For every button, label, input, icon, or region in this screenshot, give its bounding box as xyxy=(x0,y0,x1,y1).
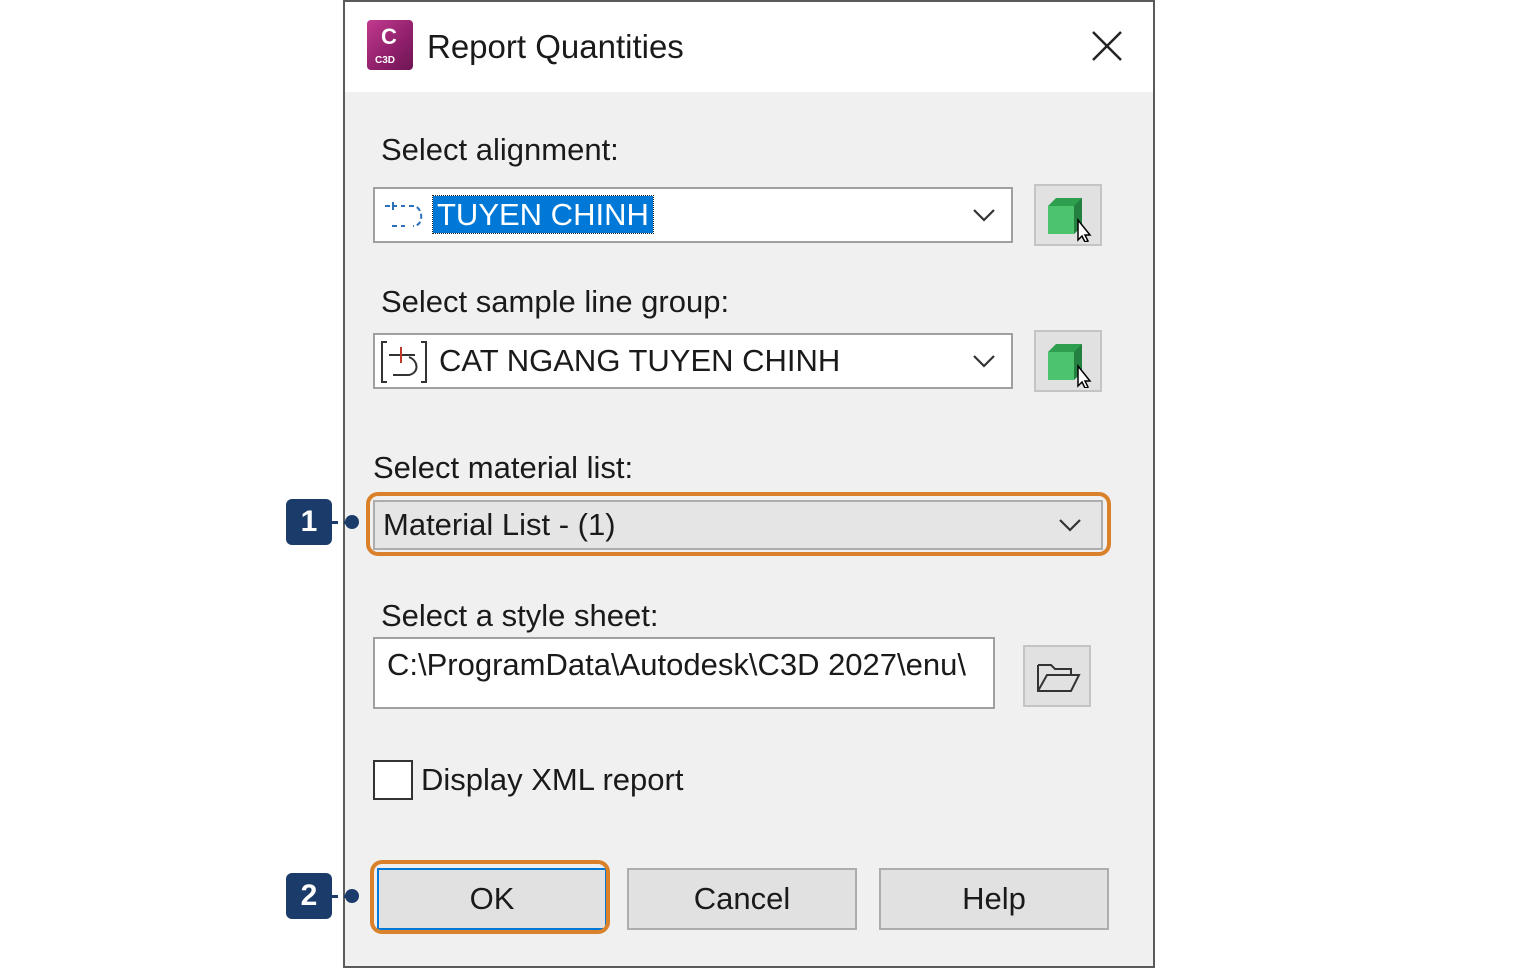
cancel-button[interactable]: Cancel xyxy=(627,868,857,930)
style-sheet-path-field[interactable]: C:\ProgramData\Autodesk\C3D 2027\enu\ xyxy=(373,637,995,709)
chevron-down-icon xyxy=(973,209,995,222)
chevron-down-icon xyxy=(973,355,995,368)
style-sheet-label: Select a style sheet: xyxy=(381,598,659,633)
alignment-icon xyxy=(385,202,423,227)
report-quantities-dialog: C C3D Report Quantities Select alignment… xyxy=(343,0,1155,968)
app-icon-sub: C3D xyxy=(375,55,396,66)
pick-from-drawing-icon xyxy=(1048,198,1092,242)
pick-alignment-button[interactable] xyxy=(1034,184,1102,246)
sample-line-group-label: Select sample line group: xyxy=(381,284,730,319)
style-sheet-path-value: C:\ProgramData\Autodesk\C3D 2027\enu\ xyxy=(387,647,966,682)
sample-line-group-value: CAT NGANG TUYEN CHINH xyxy=(439,343,841,378)
help-button[interactable]: Help xyxy=(879,868,1109,930)
civil3d-app-icon: C C3D xyxy=(367,20,413,70)
dialog-title: Report Quantities xyxy=(427,28,684,65)
callout-1: 1 xyxy=(286,499,332,545)
close-icon[interactable] xyxy=(1087,26,1127,66)
alignment-value: TUYEN CHINH xyxy=(432,195,654,234)
callout-2: 2 xyxy=(286,873,332,919)
callout-2-dot xyxy=(345,889,359,903)
material-list-highlight xyxy=(366,492,1111,556)
title-bar: C C3D Report Quantities xyxy=(345,2,1153,92)
app-icon-letter: C xyxy=(381,24,397,49)
folder-open-icon xyxy=(1037,664,1081,692)
display-xml-checkbox[interactable] xyxy=(373,760,413,800)
material-list-label: Select material list: xyxy=(373,450,634,485)
alignment-label: Select alignment: xyxy=(381,132,619,167)
browse-style-sheet-button[interactable] xyxy=(1023,645,1091,707)
callout-1-dot xyxy=(345,515,359,529)
pick-from-drawing-icon xyxy=(1048,344,1092,388)
sample-line-group-icon xyxy=(381,341,427,383)
sample-line-group-dropdown[interactable]: CAT NGANG TUYEN CHINH xyxy=(373,333,1013,389)
ok-button-highlight xyxy=(370,860,610,934)
display-xml-label: Display XML report xyxy=(421,762,684,797)
alignment-dropdown[interactable]: TUYEN CHINH xyxy=(373,187,1013,243)
pick-sample-line-group-button[interactable] xyxy=(1034,330,1102,392)
